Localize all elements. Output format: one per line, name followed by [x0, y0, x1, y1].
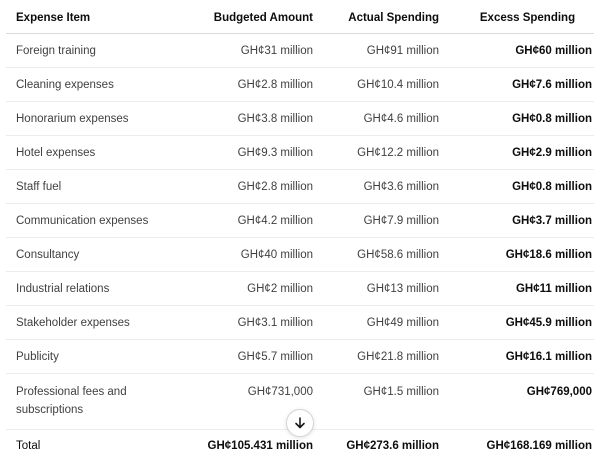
budgeted-amount-cell: GH¢2.8 million: [184, 170, 315, 204]
budgeted-amount-cell: GH¢2 million: [184, 272, 315, 306]
table-row: Hotel expenses GH¢9.3 million GH¢12.2 mi…: [6, 136, 594, 170]
expense-table: Expense Item Budgeted Amount Actual Spen…: [6, 3, 594, 462]
total-excess-cell: GH¢168.169 million: [441, 430, 594, 462]
actual-spending-cell: GH¢58.6 million: [315, 238, 441, 272]
expense-item-cell: Staff fuel: [6, 170, 184, 204]
arrow-down-icon: [293, 416, 307, 430]
budgeted-amount-cell: GH¢3.1 million: [184, 306, 315, 340]
excess-spending-cell: GH¢3.7 million: [441, 204, 594, 238]
actual-spending-cell: GH¢4.6 million: [315, 102, 441, 136]
total-actual-cell: GH¢273.6 million: [315, 430, 441, 462]
table-row: Publicity GH¢5.7 million GH¢21.8 million…: [6, 340, 594, 374]
expense-item-cell: Professional fees and subscriptions: [6, 374, 184, 430]
expense-item-cell: Foreign training: [6, 34, 184, 68]
table-row: Industrial relations GH¢2 million GH¢13 …: [6, 272, 594, 306]
actual-spending-cell: GH¢21.8 million: [315, 340, 441, 374]
excess-spending-cell: GH¢11 million: [441, 272, 594, 306]
actual-spending-cell: GH¢13 million: [315, 272, 441, 306]
budgeted-amount-cell: GH¢31 million: [184, 34, 315, 68]
budgeted-amount-cell: GH¢3.8 million: [184, 102, 315, 136]
budgeted-amount-cell: GH¢40 million: [184, 238, 315, 272]
excess-spending-cell: GH¢16.1 million: [441, 340, 594, 374]
budgeted-amount-cell: GH¢5.7 million: [184, 340, 315, 374]
expense-item-cell: Consultancy: [6, 238, 184, 272]
budgeted-amount-cell: GH¢4.2 million: [184, 204, 315, 238]
actual-spending-cell: GH¢49 million: [315, 306, 441, 340]
header-budgeted-amount: Budgeted Amount: [184, 3, 315, 34]
budgeted-amount-cell: GH¢2.8 million: [184, 68, 315, 102]
actual-spending-cell: GH¢7.9 million: [315, 204, 441, 238]
excess-spending-cell: GH¢45.9 million: [441, 306, 594, 340]
excess-spending-cell: GH¢60 million: [441, 34, 594, 68]
actual-spending-cell: GH¢10.4 million: [315, 68, 441, 102]
header-expense-item: Expense Item: [6, 3, 184, 34]
excess-spending-cell: GH¢7.6 million: [441, 68, 594, 102]
table-row: Honorarium expenses GH¢3.8 million GH¢4.…: [6, 102, 594, 136]
expense-item-cell: Industrial relations: [6, 272, 184, 306]
table-row: Staff fuel GH¢2.8 million GH¢3.6 million…: [6, 170, 594, 204]
header-excess-spending: Excess Spending: [441, 3, 594, 34]
actual-spending-cell: GH¢3.6 million: [315, 170, 441, 204]
header-actual-spending: Actual Spending: [315, 3, 441, 34]
actual-spending-cell: GH¢1.5 million: [315, 374, 441, 430]
excess-spending-cell: GH¢0.8 million: [441, 170, 594, 204]
budgeted-amount-cell: GH¢9.3 million: [184, 136, 315, 170]
actual-spending-cell: GH¢91 million: [315, 34, 441, 68]
expense-item-cell: Hotel expenses: [6, 136, 184, 170]
table-row: Cleaning expenses GH¢2.8 million GH¢10.4…: [6, 68, 594, 102]
expense-item-cell: Communication expenses: [6, 204, 184, 238]
table-header-row: Expense Item Budgeted Amount Actual Spen…: [6, 3, 594, 34]
excess-spending-cell: GH¢769,000: [441, 374, 594, 430]
table-row: Communication expenses GH¢4.2 million GH…: [6, 204, 594, 238]
expense-table-view: Expense Item Budgeted Amount Actual Spen…: [0, 0, 600, 443]
expense-item-cell: Stakeholder expenses: [6, 306, 184, 340]
table-row: Foreign training GH¢31 million GH¢91 mil…: [6, 34, 594, 68]
excess-spending-cell: GH¢18.6 million: [441, 238, 594, 272]
table-row: Stakeholder expenses GH¢3.1 million GH¢4…: [6, 306, 594, 340]
expense-item-cell: Publicity: [6, 340, 184, 374]
expense-item-cell: Honorarium expenses: [6, 102, 184, 136]
actual-spending-cell: GH¢12.2 million: [315, 136, 441, 170]
scroll-to-bottom-button[interactable]: [286, 409, 314, 437]
excess-spending-cell: GH¢0.8 million: [441, 102, 594, 136]
total-label: Total: [6, 430, 184, 462]
excess-spending-cell: GH¢2.9 million: [441, 136, 594, 170]
expense-item-cell: Cleaning expenses: [6, 68, 184, 102]
table-row: Consultancy GH¢40 million GH¢58.6 millio…: [6, 238, 594, 272]
